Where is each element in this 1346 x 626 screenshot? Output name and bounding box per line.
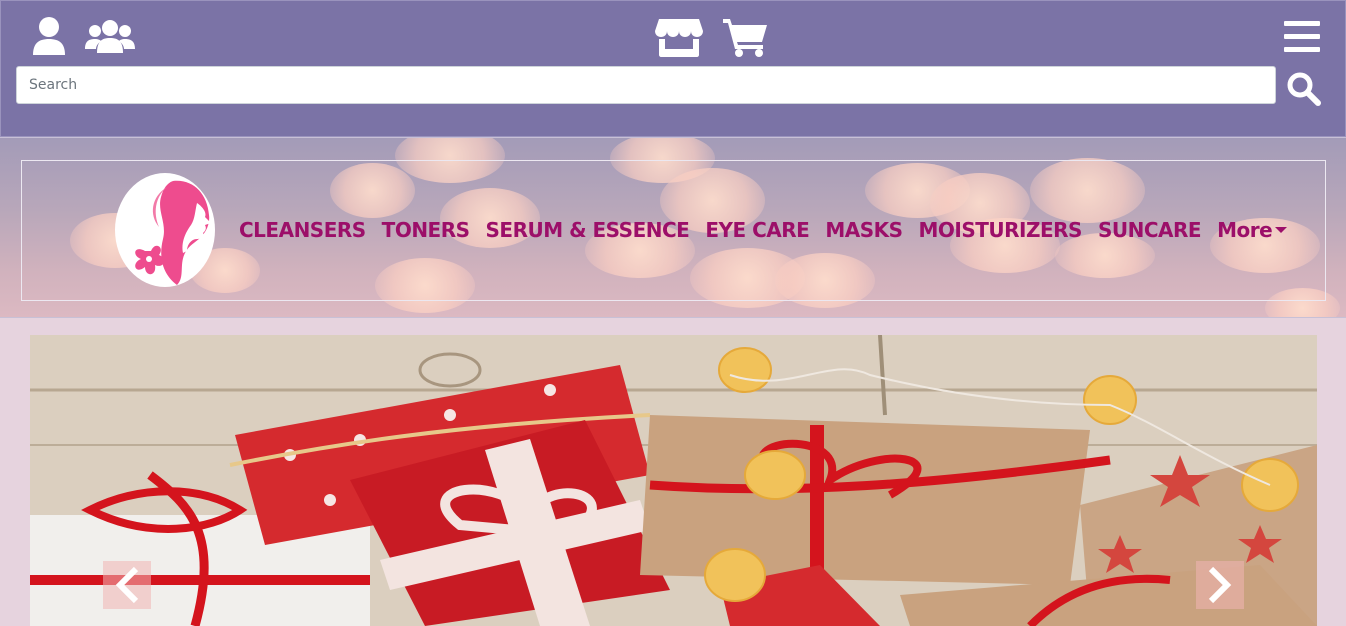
nav-link-eye-care[interactable]: EYE CARE — [705, 218, 810, 242]
face-logo-icon[interactable] — [115, 173, 215, 287]
christmas-gifts-image — [30, 335, 1317, 626]
cart-icon[interactable] — [723, 17, 767, 57]
chevron-right-icon — [1208, 566, 1232, 604]
nav-link-cleansers[interactable]: CLEANSERS — [239, 218, 366, 242]
menu-icon[interactable] — [1284, 21, 1320, 53]
nav-banner: CLEANSERS TONERS SERUM & ESSENCE EYE CAR… — [0, 137, 1346, 318]
carousel-next-button[interactable] — [1196, 561, 1244, 609]
chevron-left-icon — [115, 566, 139, 604]
user-icon[interactable] — [31, 17, 67, 57]
top-bar — [0, 0, 1346, 137]
more-dropdown[interactable]: More — [1217, 218, 1288, 242]
nav-link-serum-essence[interactable]: SERUM & ESSENCE — [486, 218, 690, 242]
nav-link-toners[interactable]: TONERS — [382, 218, 470, 242]
store-icon[interactable] — [655, 17, 703, 57]
category-nav: CLEANSERS TONERS SERUM & ESSENCE EYE CAR… — [239, 218, 1288, 242]
caret-down-icon — [1275, 226, 1288, 233]
nav-link-suncare[interactable]: SUNCARE — [1098, 218, 1202, 242]
nav-link-moisturizers[interactable]: MOISTURIZERS — [919, 218, 1083, 242]
nav-link-masks[interactable]: MASKS — [825, 218, 903, 242]
carousel-prev-button[interactable] — [103, 561, 151, 609]
search-input[interactable] — [16, 66, 1276, 104]
more-label: More — [1217, 218, 1273, 242]
hero-carousel[interactable] — [30, 335, 1317, 626]
search-icon[interactable] — [1287, 72, 1321, 106]
users-icon[interactable] — [85, 19, 135, 55]
